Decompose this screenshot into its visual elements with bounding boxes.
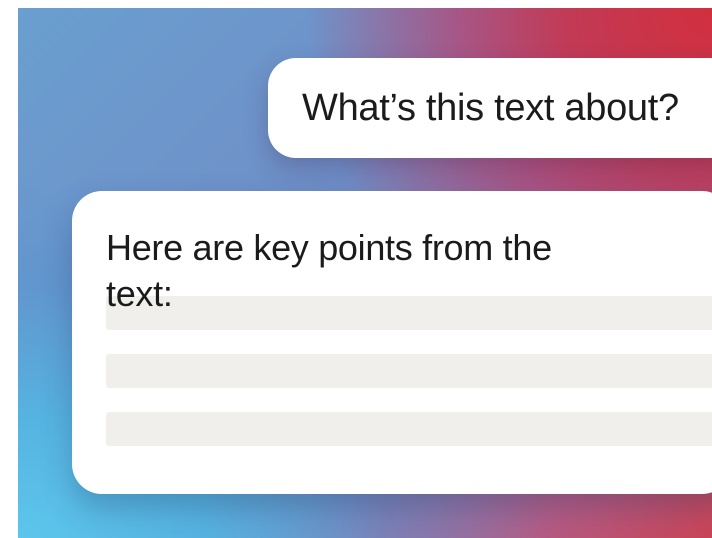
placeholder-line [106, 412, 712, 446]
user-message-text: What’s this text about? [302, 87, 679, 129]
assistant-reply-bubble: Here are key points from the text: [72, 191, 712, 494]
user-message-bubble: What’s this text about? [268, 58, 712, 158]
placeholder-line [106, 354, 712, 388]
assistant-reply-text: Here are key points from the text: [106, 227, 552, 314]
gradient-background: What’s this text about? Here are key poi… [18, 8, 712, 538]
